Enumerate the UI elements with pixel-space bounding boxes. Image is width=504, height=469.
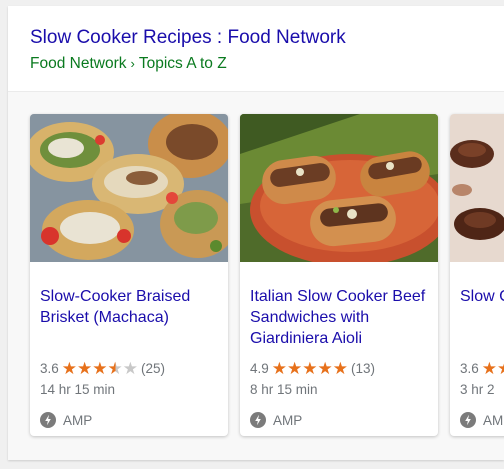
recipe-carousel[interactable]: Slow-Cooker Braised Brisket (Machaca) 3.… [8,92,504,460]
star-empty-icon: ★ [122,359,139,378]
breadcrumb-section[interactable]: Topics A to Z [139,55,227,72]
rating-row: 3.6 ★★★★★ [460,360,504,377]
breadcrumb: Food Network › Topics A to Z [30,55,227,73]
amp-bolt-icon [40,412,56,428]
tacos-photo [30,114,228,262]
star-rating: ★★★★★ [62,360,138,377]
star-full-icon: ★ [497,360,504,377]
cook-time: 8 hr 15 min [250,382,318,397]
recipe-title-link[interactable]: Italian Slow Cooker Beef Sandwiches with… [250,286,432,349]
star-full-icon: ★ [317,359,333,378]
recipe-card[interactable]: Italian Slow Cooker Beef Sandwiches with… [240,114,438,436]
amp-bolt-icon [250,412,266,428]
star-rating: ★★★★★ [482,360,504,377]
star-full-icon: ★ [271,359,288,378]
breadcrumb-site[interactable]: Food Network [30,55,126,72]
amp-label: AMP [63,412,93,428]
star-full-icon: ★ [61,359,78,378]
rating-value: 3.6 [40,361,59,376]
amp-badge: AMP [250,412,302,428]
star-full-icon: ★ [332,359,349,378]
review-count: (25) [141,361,166,376]
rating-row: 4.9 ★ ★ ★ ★ ★ (13) [250,360,375,377]
amp-badge: AM [460,412,503,428]
star-full-icon: ★ [77,359,93,378]
recipe-title-link[interactable]: Slow Cooker Choc [460,286,504,307]
star-full-icon: ★ [287,359,303,378]
amp-bolt-icon [460,412,476,428]
star-rating: ★★★★★ [272,360,348,377]
recipe-title-link[interactable]: Slow-Cooker Braised Brisket (Machaca) [40,286,222,328]
sandwiches-photo [240,114,438,262]
result-header: Slow Cooker Recipes : Food Network Food … [8,6,504,92]
star-half-icon: ★ [107,359,123,378]
cook-time: 3 hr 2 [460,382,495,397]
breadcrumb-separator: › [130,56,135,71]
amp-badge: AMP [40,412,92,428]
recipe-card[interactable]: Slow-Cooker Braised Brisket (Machaca) 3.… [30,114,228,436]
search-result: Slow Cooker Recipes : Food Network Food … [8,6,504,460]
rating-value: 3.6 [460,361,479,376]
result-title-link[interactable]: Slow Cooker Recipes : Food Network [30,27,346,49]
cook-time: 14 hr 15 min [40,382,116,397]
star-full-icon: ★ [481,359,498,378]
amp-label: AMP [273,412,303,428]
review-count: (13) [351,361,376,376]
rating-value: 4.9 [250,361,269,376]
rating-row: 3.6 ★ ★ ★ ★ ★ (25) [40,360,165,377]
chocolate-cups-photo [450,114,504,262]
amp-label: AM [483,412,504,428]
star-full-icon: ★ [302,359,318,378]
recipe-card[interactable]: Slow Cooker Choc 3.6 ★★★★★ 3 hr 2 AM [450,114,504,436]
star-full-icon: ★ [92,359,108,378]
